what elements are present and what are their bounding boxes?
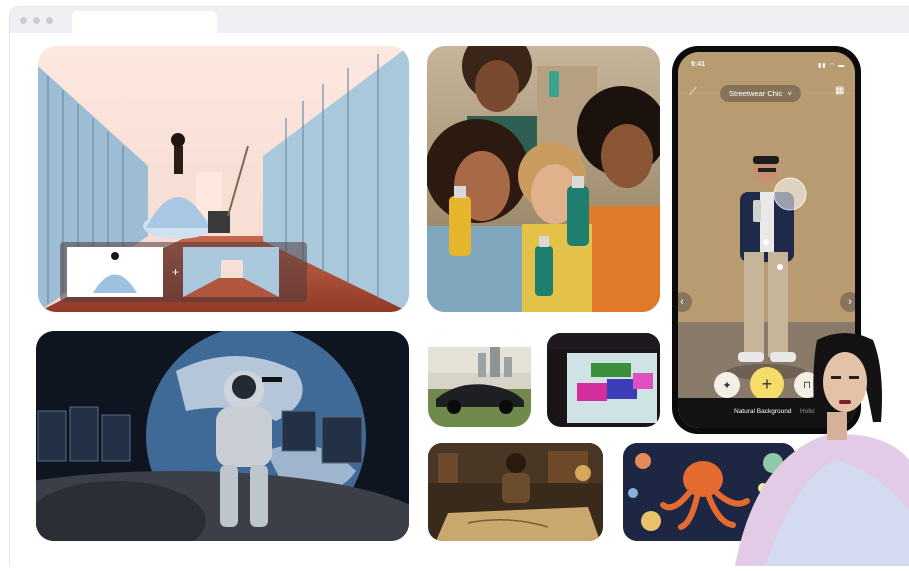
merge-plus-symbol: +: [172, 265, 179, 279]
friends-with-perfume-image: [427, 46, 660, 312]
phone-status-icons: ▮▮ ◠ ▬: [818, 63, 846, 69]
window-titlebar: [10, 7, 909, 33]
filter-label: Streetwear Chic: [729, 89, 783, 98]
astronaut-moon-image: [36, 331, 409, 541]
window-dot-close[interactable]: [20, 17, 27, 24]
pixelated-art-image: [547, 333, 660, 427]
man-reading-map-image: [428, 443, 603, 541]
window-dot-maximize[interactable]: [46, 17, 53, 24]
window-dot-minimize[interactable]: [33, 17, 40, 24]
woman-iridescent-jacket-image: [735, 330, 909, 566]
phone-status-time: 9:41: [691, 61, 706, 68]
hallway-lockers-image: +: [38, 46, 409, 312]
filter-selector[interactable]: Streetwear Chic ˅: [720, 85, 801, 102]
magic-wand-icon[interactable]: ⟋: [689, 86, 697, 99]
chevron-right-icon[interactable]: ›: [840, 292, 855, 312]
browser-tab[interactable]: [72, 11, 217, 33]
chevron-down-icon: ˅: [787, 89, 792, 98]
sports-car-image: [428, 333, 531, 427]
qr-grid-icon[interactable]: ▦: [835, 85, 844, 96]
